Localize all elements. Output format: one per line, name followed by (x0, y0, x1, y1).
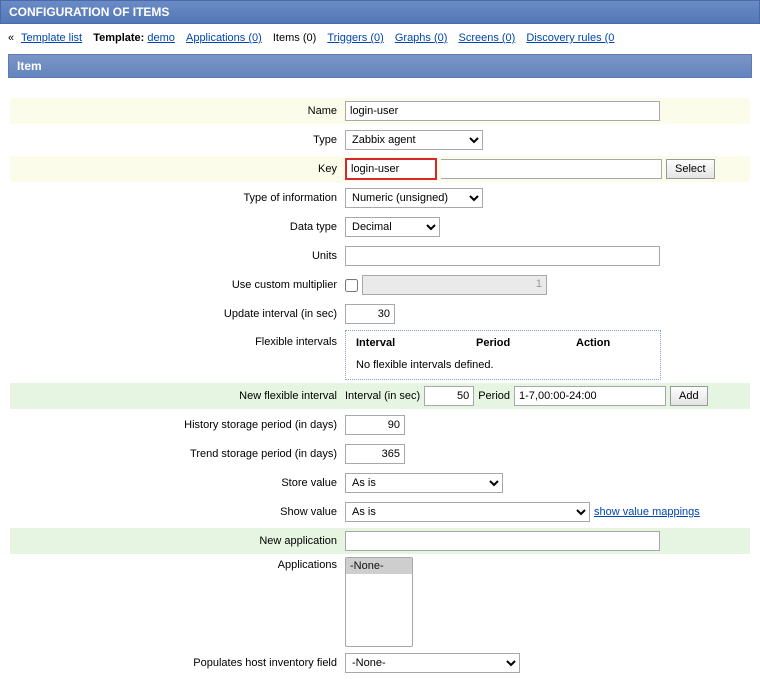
key-input-rest[interactable] (441, 159, 662, 179)
flex-head-period: Period (476, 337, 576, 349)
flex-empty-msg: No flexible intervals defined. (346, 355, 660, 379)
section-title: Item (17, 59, 42, 73)
breadcrumb-back-icon: « (8, 32, 14, 44)
add-button[interactable]: Add (670, 386, 708, 406)
section-header: Item (8, 54, 752, 78)
label-name: Name (10, 105, 345, 117)
page-header: CONFIGURATION OF ITEMS (0, 0, 760, 24)
multiplier-value: 1 (362, 275, 547, 295)
key-input-highlighted[interactable] (347, 160, 435, 178)
populates-select[interactable]: -None- (345, 653, 520, 673)
units-input[interactable] (345, 246, 660, 266)
store-value-select[interactable]: As is (345, 473, 503, 493)
label-type: Type (10, 134, 345, 146)
new-flex-period-input[interactable] (514, 386, 666, 406)
label-units: Units (10, 250, 345, 262)
trend-input[interactable] (345, 444, 405, 464)
form: Name Type Zabbix agent Key Select Type o… (0, 78, 760, 699)
breadcrumb-screens[interactable]: Screens (0) (458, 32, 515, 44)
breadcrumb-items: Items (0) (273, 32, 316, 44)
label-populates: Populates host inventory field (10, 657, 345, 669)
show-value-mappings-link[interactable]: show value mappings (594, 506, 700, 518)
label-applications: Applications (10, 557, 345, 571)
select-button[interactable]: Select (666, 159, 715, 179)
breadcrumb-template-name[interactable]: demo (147, 32, 175, 44)
label-use-multiplier: Use custom multiplier (10, 279, 345, 291)
label-store-value: Store value (10, 477, 345, 489)
breadcrumb-template-list[interactable]: Template list (21, 32, 82, 44)
inline-interval-label: Interval (in sec) (345, 390, 420, 402)
key-highlight (345, 158, 437, 180)
new-application-input[interactable] (345, 531, 660, 551)
flexible-intervals-box: Interval Period Action No flexible inter… (345, 330, 661, 380)
inline-period-label: Period (478, 390, 510, 402)
label-flexible-intervals: Flexible intervals (10, 330, 345, 348)
breadcrumb-template-label: Template: (93, 32, 144, 44)
applications-select[interactable]: -None- (345, 557, 413, 647)
label-data-type: Data type (10, 221, 345, 233)
update-interval-input[interactable] (345, 304, 395, 324)
label-update-interval: Update interval (in sec) (10, 308, 345, 320)
name-input[interactable] (345, 101, 660, 121)
show-value-select[interactable]: As is (345, 502, 590, 522)
breadcrumb-triggers[interactable]: Triggers (0) (327, 32, 383, 44)
type-info-select[interactable]: Numeric (unsigned) (345, 188, 483, 208)
label-new-flex: New flexible interval (10, 390, 345, 402)
page-title: CONFIGURATION OF ITEMS (9, 5, 169, 19)
label-show-value: Show value (10, 506, 345, 518)
breadcrumb: « Template list Template: demo Applicati… (0, 24, 760, 54)
data-type-select[interactable]: Decimal (345, 217, 440, 237)
type-select[interactable]: Zabbix agent (345, 130, 483, 150)
label-trend: Trend storage period (in days) (10, 448, 345, 460)
breadcrumb-applications[interactable]: Applications (0) (186, 32, 262, 44)
label-new-application: New application (10, 535, 345, 547)
new-flex-interval-input[interactable] (424, 386, 474, 406)
label-key: Key (10, 163, 345, 175)
breadcrumb-discovery[interactable]: Discovery rules (0 (526, 32, 614, 44)
label-type-info: Type of information (10, 192, 345, 204)
flex-head-interval: Interval (356, 337, 476, 349)
history-input[interactable] (345, 415, 405, 435)
use-multiplier-checkbox[interactable] (345, 279, 358, 292)
flex-head-action: Action (576, 337, 636, 349)
label-history: History storage period (in days) (10, 419, 345, 431)
breadcrumb-graphs[interactable]: Graphs (0) (395, 32, 448, 44)
